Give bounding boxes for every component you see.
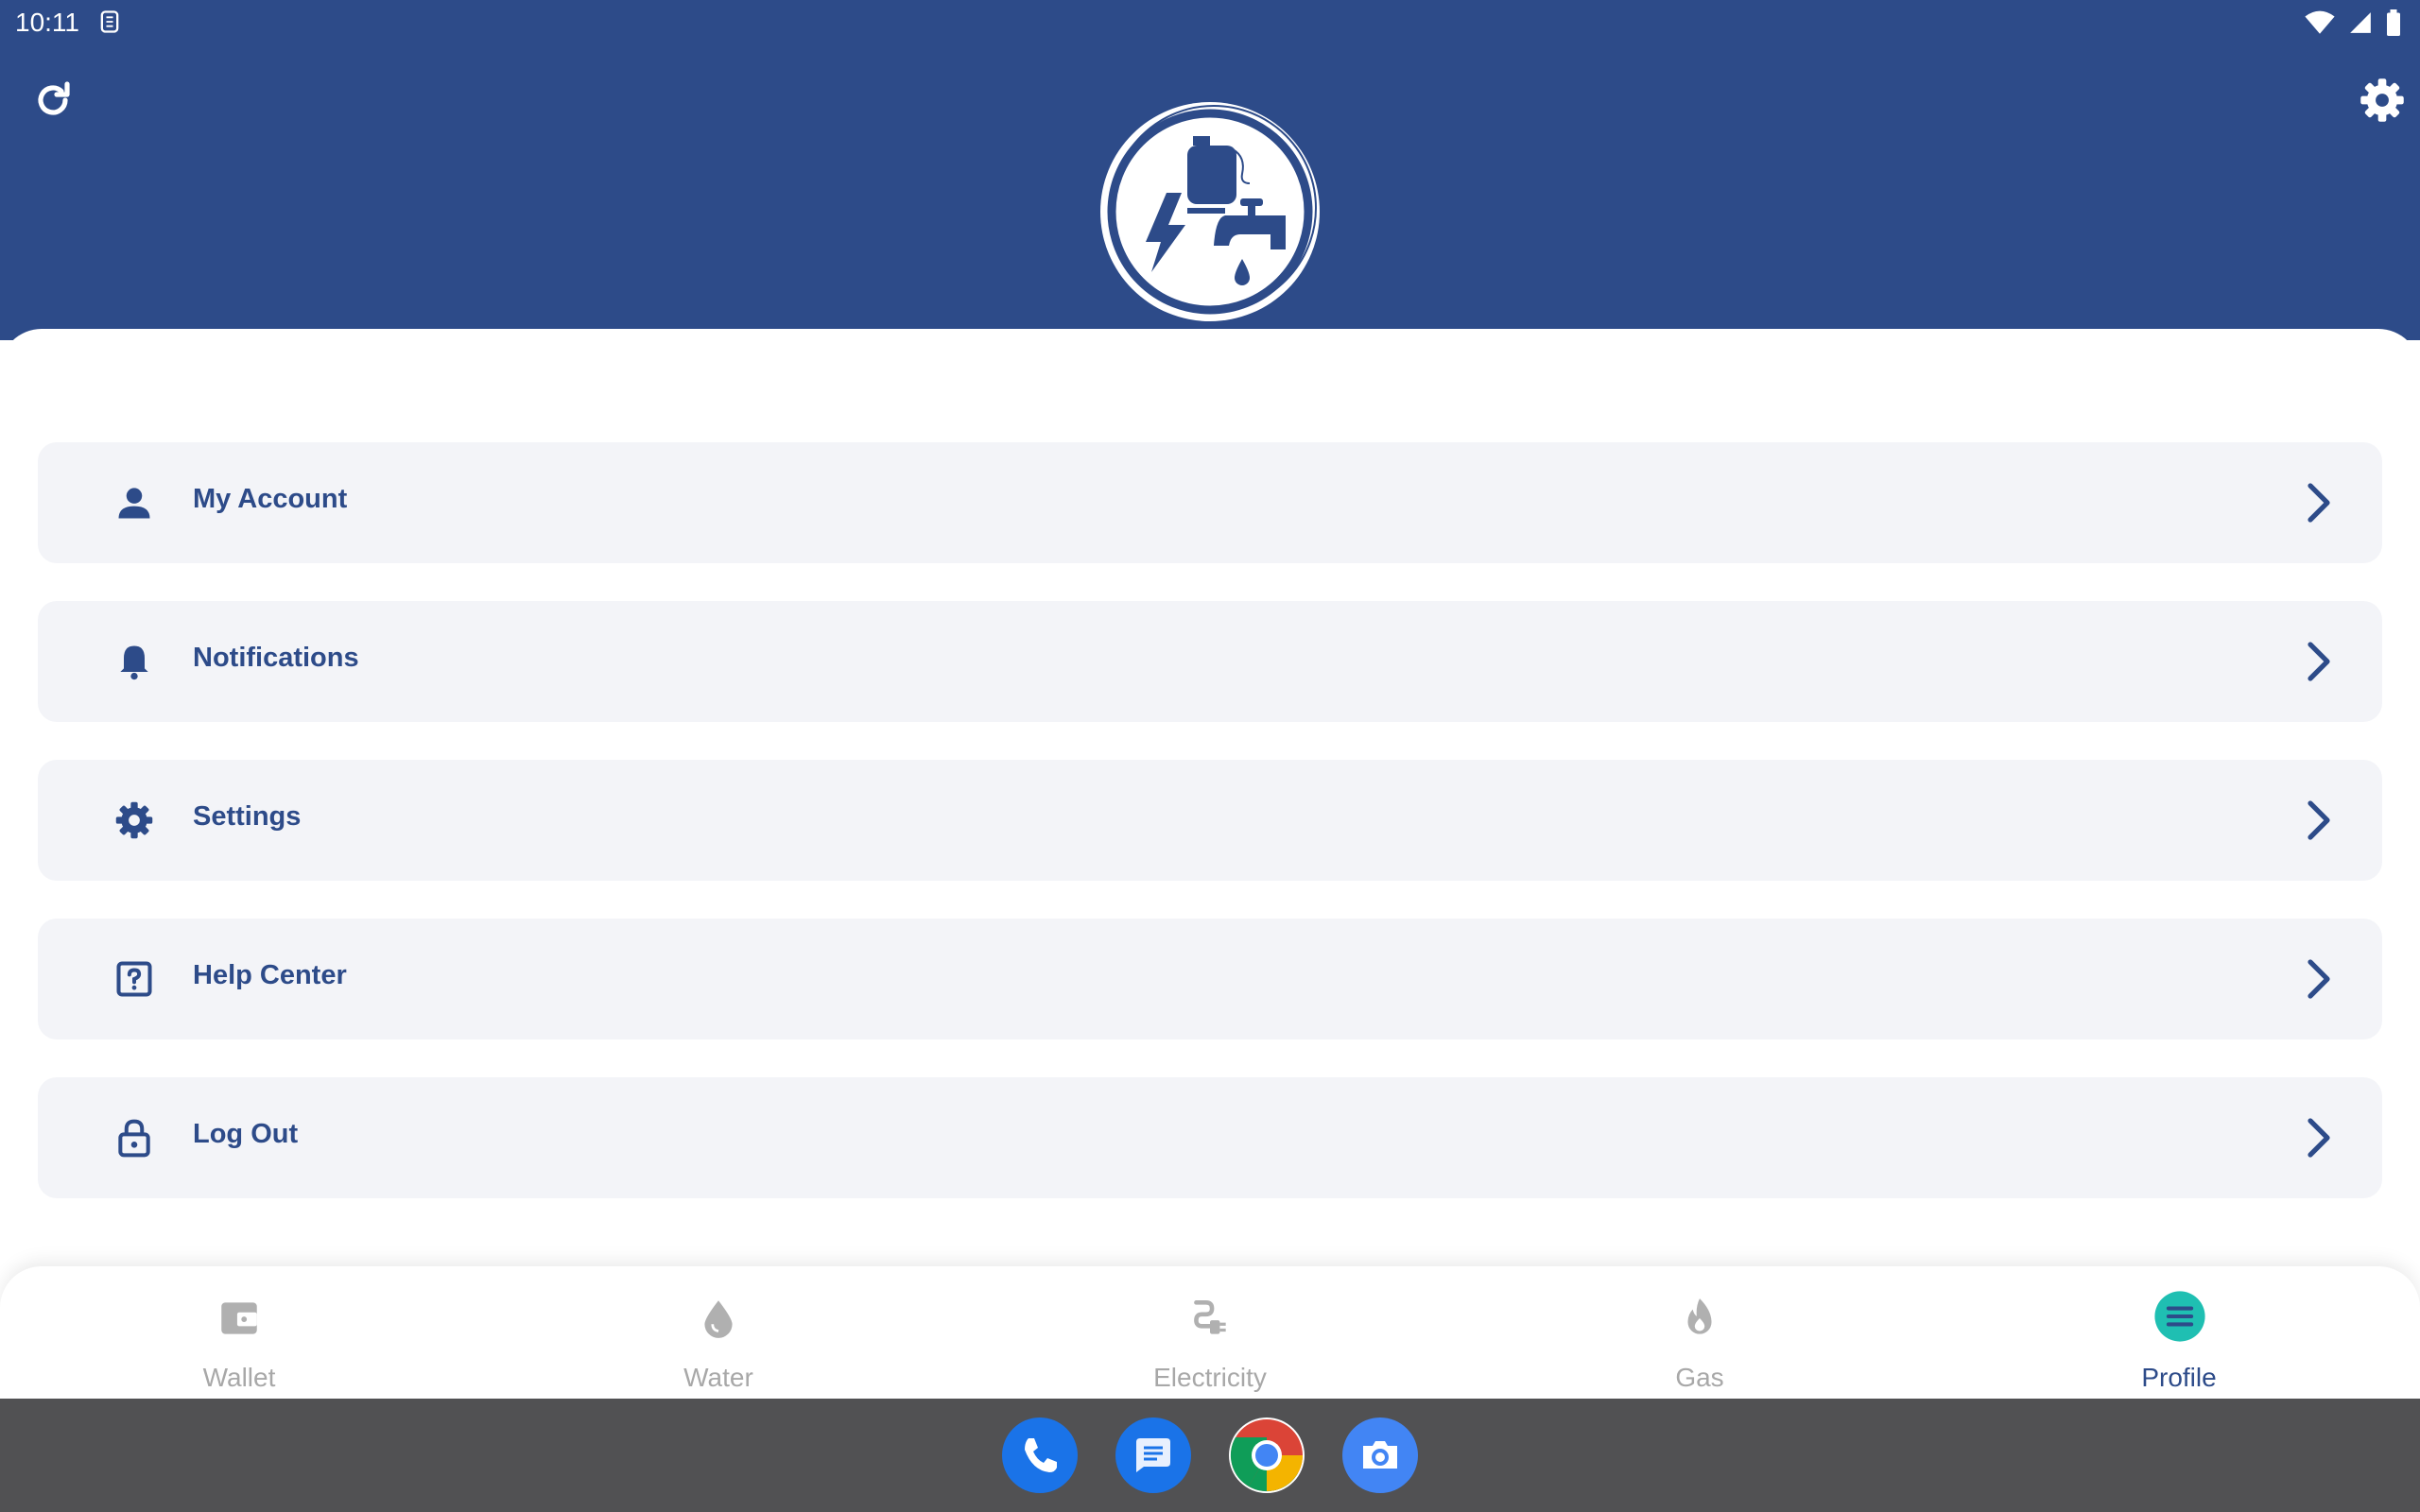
menu-item-help-center[interactable]: Help Center (38, 919, 2382, 1040)
refresh-icon[interactable] (30, 77, 76, 123)
utilities-logo-icon (1107, 105, 1317, 315)
nav-label: Electricity (1153, 1363, 1267, 1392)
person-icon (118, 488, 150, 519)
nav-profile[interactable]: Profile (2037, 1266, 2321, 1399)
menu-item-label: Log Out (193, 1119, 299, 1149)
menu-item-label: Settings (193, 801, 302, 832)
messages-icon (1136, 1438, 1170, 1472)
wallet-icon (221, 1302, 257, 1334)
phone-app[interactable] (1002, 1418, 1078, 1493)
water-drop-icon (704, 1300, 733, 1338)
chevron-right-icon (2308, 959, 2330, 999)
messages-app[interactable] (1115, 1418, 1191, 1493)
camera-app[interactable] (1342, 1418, 1418, 1493)
nav-label: Wallet (202, 1363, 276, 1392)
menu-item-settings[interactable]: Settings (38, 760, 2382, 881)
app-header: 10:11 (0, 0, 2420, 340)
chrome-app[interactable] (1229, 1418, 1305, 1493)
nav-gas[interactable]: Gas (1558, 1266, 1841, 1399)
nav-label: Profile (2141, 1363, 2217, 1392)
chevron-right-icon (2308, 1118, 2330, 1158)
nav-water[interactable]: Water (577, 1266, 860, 1399)
plug-icon (1194, 1300, 1226, 1334)
status-time: 10:11 (15, 8, 79, 37)
nav-label: Water (683, 1363, 753, 1392)
menu-item-label: Notifications (193, 643, 359, 673)
help-icon (116, 961, 152, 997)
chevron-right-icon (2308, 800, 2330, 840)
chrome-icon (1230, 1419, 1303, 1492)
lock-icon (118, 1119, 150, 1158)
status-icons (2305, 9, 2401, 36)
battery-icon (2387, 9, 2400, 36)
status-bar: 10:11 (0, 0, 2420, 45)
camera-icon (1363, 1441, 1397, 1469)
nav-label: Gas (1675, 1363, 1724, 1392)
bottom-navigation: Wallet Water Electricity Gas Profile (0, 1266, 2420, 1399)
menu-item-label: Help Center (193, 960, 347, 990)
sim-icon (100, 10, 119, 33)
profile-menu: My Account Notifications Settings Help C… (0, 329, 2420, 1274)
menu-item-my-account[interactable]: My Account (38, 442, 2382, 563)
menu-item-log-out[interactable]: Log Out (38, 1077, 2382, 1198)
chevron-right-icon (2308, 483, 2330, 523)
wifi-icon (2305, 10, 2335, 34)
flame-icon (1687, 1298, 1712, 1334)
gear-icon[interactable] (2358, 76, 2407, 125)
nav-wallet[interactable]: Wallet (97, 1266, 381, 1399)
bell-icon (120, 645, 148, 680)
phone-icon (1025, 1438, 1057, 1472)
menu-item-label: My Account (193, 484, 348, 514)
nav-electricity[interactable]: Electricity (1068, 1266, 1352, 1399)
signal-icon (2350, 12, 2371, 33)
gear-icon (115, 801, 153, 839)
app-logo (1100, 102, 1320, 321)
menu-item-notifications[interactable]: Notifications (38, 601, 2382, 722)
chevron-right-icon (2308, 642, 2330, 681)
menu-icon (2154, 1291, 2205, 1342)
system-dock (0, 1399, 2420, 1512)
